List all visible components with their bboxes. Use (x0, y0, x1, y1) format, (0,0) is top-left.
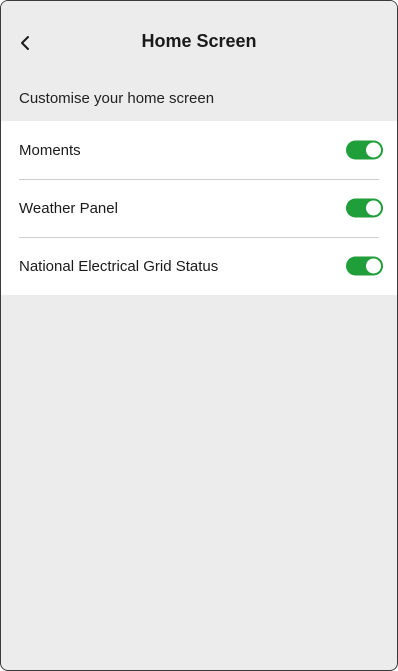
setting-row-weather-panel: Weather Panel (1, 179, 397, 237)
page-title: Home Screen (141, 31, 257, 51)
weather-panel-toggle[interactable] (346, 198, 383, 218)
section-description: Customise your home screen (1, 75, 397, 121)
setting-label: Moments (19, 141, 81, 159)
setting-label: National Electrical Grid Status (19, 257, 219, 275)
header: Home Screen (1, 1, 397, 75)
setting-row-grid-status: National Electrical Grid Status (1, 237, 397, 295)
toggle-knob (366, 142, 381, 158)
toggle-knob (366, 200, 381, 216)
grid-status-toggle[interactable] (346, 256, 383, 276)
settings-list: Moments Weather Panel National Electrica… (1, 121, 397, 295)
setting-row-moments: Moments (1, 121, 397, 179)
setting-label: Weather Panel (19, 199, 118, 217)
toggle-knob (366, 258, 381, 274)
moments-toggle[interactable] (346, 140, 383, 160)
app-screen: Home Screen Customise your home screen M… (0, 0, 398, 671)
